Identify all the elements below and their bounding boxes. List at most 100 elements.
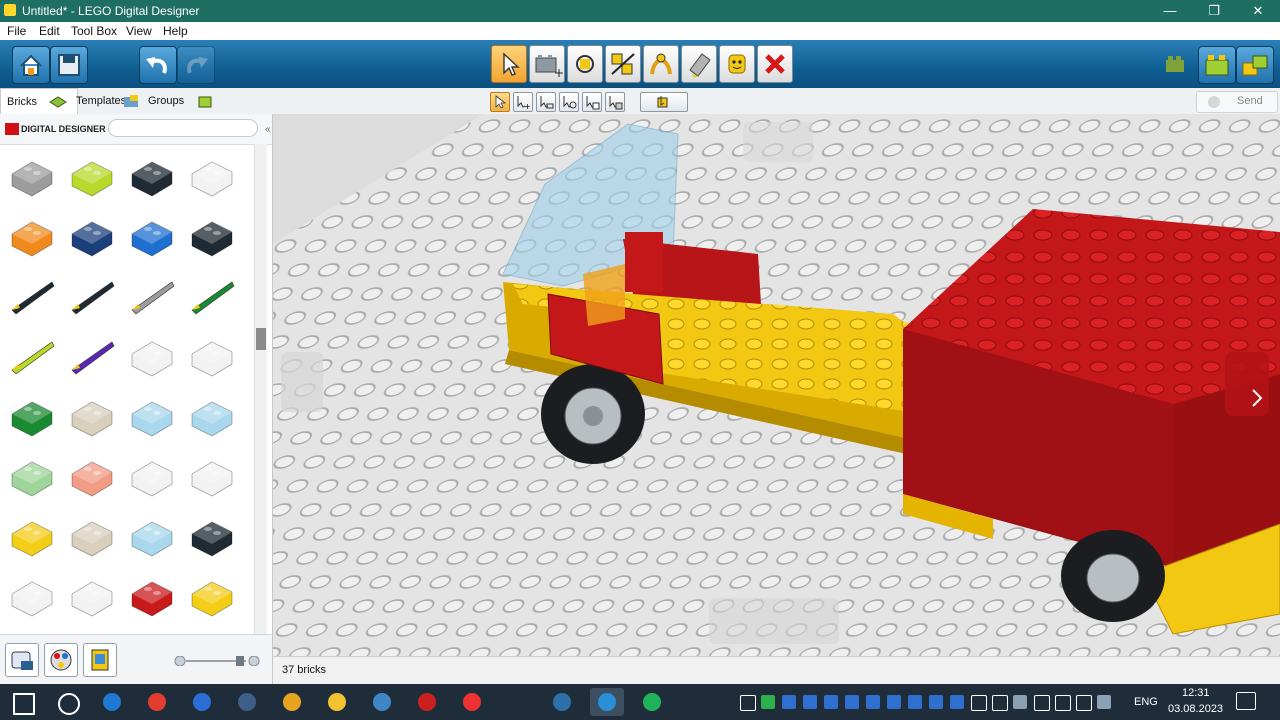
- opera-icon[interactable]: [410, 688, 444, 716]
- language-indicator[interactable]: ENG: [1134, 696, 1158, 708]
- wifi-icon[interactable]: [992, 695, 1008, 711]
- keyboard-icon[interactable]: [1076, 695, 1092, 711]
- yandex-browser-icon[interactable]: [455, 688, 489, 716]
- yandex-icon[interactable]: [140, 688, 174, 716]
- palette-brick[interactable]: [66, 514, 118, 558]
- color-filter-button[interactable]: [44, 643, 78, 677]
- palette-brick[interactable]: [186, 274, 238, 318]
- brick-search-input[interactable]: [108, 119, 258, 137]
- palette-brick[interactable]: [186, 214, 238, 258]
- maximize-button[interactable]: ❐: [1192, 0, 1236, 22]
- palette-brick[interactable]: [6, 334, 58, 378]
- select-tool[interactable]: [491, 45, 527, 83]
- palette-brick[interactable]: [186, 394, 238, 438]
- scrollbar-thumb[interactable]: [256, 328, 266, 350]
- palette-brick[interactable]: [126, 394, 178, 438]
- search-icon[interactable]: [50, 688, 84, 716]
- view-mode-button[interactable]: [1198, 46, 1236, 84]
- menu-edit[interactable]: Edit: [39, 24, 60, 38]
- notification-icon[interactable]: [1236, 692, 1256, 710]
- mic-icon[interactable]: [1034, 695, 1050, 711]
- palette-brick[interactable]: [126, 454, 178, 498]
- palette-brick[interactable]: [186, 454, 238, 498]
- palette-brick[interactable]: [126, 574, 178, 618]
- app-bolt-icon[interactable]: [185, 688, 219, 716]
- app-paint-icon[interactable]: [230, 688, 264, 716]
- palette-brick[interactable]: [6, 214, 58, 258]
- palette-brick[interactable]: [6, 574, 58, 618]
- scene-canvas[interactable]: [273, 114, 1280, 656]
- tray-lav-icon[interactable]: [887, 695, 901, 709]
- collapse-panel-button[interactable]: «: [265, 124, 271, 135]
- zoom-slider[interactable]: [174, 655, 262, 667]
- select-single-button[interactable]: [490, 92, 510, 112]
- send-button[interactable]: Send: [1196, 91, 1278, 113]
- palette-brick[interactable]: [66, 214, 118, 258]
- qbittorrent-icon[interactable]: [365, 688, 399, 716]
- tab-groups[interactable]: Groups: [142, 88, 220, 114]
- explorer-icon[interactable]: [320, 688, 354, 716]
- redo-button[interactable]: [177, 46, 215, 84]
- palette-brick[interactable]: [186, 154, 238, 198]
- view-list-button[interactable]: [5, 643, 39, 677]
- menu-view[interactable]: View: [126, 24, 152, 38]
- volume-icon[interactable]: [1055, 695, 1071, 711]
- palette-brick[interactable]: [126, 334, 178, 378]
- camera-nav-handle[interactable]: [1225, 352, 1269, 416]
- palette-brick[interactable]: [186, 514, 238, 558]
- clock-date[interactable]: 03.08.2023: [1168, 703, 1223, 715]
- network-icon[interactable]: [971, 695, 987, 711]
- clone-tool[interactable]: +: [529, 45, 565, 83]
- invert-selection-button[interactable]: [640, 92, 688, 112]
- palette-brick[interactable]: [6, 514, 58, 558]
- tray-lav-icon[interactable]: [803, 695, 817, 709]
- palette-brick[interactable]: [126, 274, 178, 318]
- flex-tool[interactable]: [643, 45, 679, 83]
- app-green-icon[interactable]: [635, 688, 669, 716]
- paint-tool[interactable]: [681, 45, 717, 83]
- nav-ghost-top[interactable]: [743, 122, 813, 162]
- tab-templates[interactable]: Templates: [70, 88, 146, 114]
- home-button[interactable]: [12, 46, 50, 84]
- edge-icon[interactable]: [95, 688, 129, 716]
- palette-brick[interactable]: [66, 274, 118, 318]
- nvidia-icon[interactable]: [1013, 695, 1027, 709]
- menu-help[interactable]: Help: [163, 24, 188, 38]
- undo-button[interactable]: [139, 46, 177, 84]
- shield-icon[interactable]: [500, 688, 534, 716]
- start-icon[interactable]: [5, 688, 39, 716]
- lego-icon[interactable]: [590, 688, 624, 716]
- chrome-icon[interactable]: [275, 688, 309, 716]
- menu-toolbox[interactable]: Tool Box: [71, 24, 117, 38]
- clock-time[interactable]: 12:31: [1182, 687, 1210, 699]
- building-guide-button[interactable]: [1236, 46, 1274, 84]
- hinge-tool[interactable]: [567, 45, 603, 83]
- tray-lav-icon[interactable]: [824, 695, 838, 709]
- tray-lav-icon[interactable]: [929, 695, 943, 709]
- delete-tool[interactable]: [757, 45, 793, 83]
- minimize-button[interactable]: —: [1148, 0, 1192, 22]
- select-color-button[interactable]: [582, 92, 602, 112]
- palette-brick[interactable]: [126, 154, 178, 198]
- menu-file[interactable]: File: [7, 24, 26, 38]
- palette-brick[interactable]: [6, 274, 58, 318]
- close-button[interactable]: ✕: [1236, 0, 1280, 22]
- palette-brick[interactable]: [126, 514, 178, 558]
- nav-ghost-left[interactable]: [281, 352, 323, 412]
- nav-ghost-bottom[interactable]: [709, 598, 839, 644]
- 3d-viewport[interactable]: [273, 114, 1280, 656]
- brick-set-button[interactable]: [83, 643, 117, 677]
- palette-brick[interactable]: [66, 454, 118, 498]
- palette-scrollbar[interactable]: [254, 144, 267, 634]
- tray-lav-icon[interactable]: [950, 695, 964, 709]
- people-icon[interactable]: [740, 695, 756, 711]
- build-mode-button[interactable]: [1162, 48, 1192, 80]
- select-remove-button[interactable]: [536, 92, 556, 112]
- palette-brick[interactable]: [186, 334, 238, 378]
- app-monitor-icon[interactable]: [545, 688, 579, 716]
- qb-tray-icon[interactable]: [1097, 695, 1111, 709]
- hinge-align-tool[interactable]: [605, 45, 641, 83]
- palette-brick[interactable]: [126, 214, 178, 258]
- tray-lav-icon[interactable]: [782, 695, 796, 709]
- tray-lav-icon[interactable]: [845, 695, 859, 709]
